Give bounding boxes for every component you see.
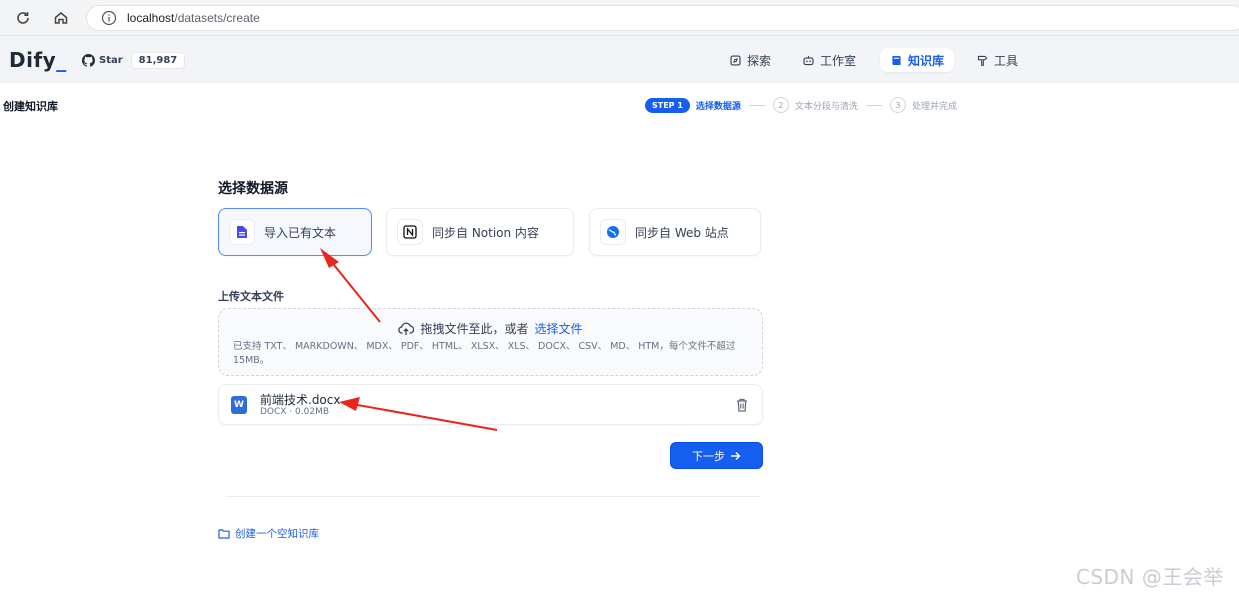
nav-knowledge-label: 知识库 bbox=[908, 53, 945, 68]
word-file-icon: W bbox=[231, 396, 247, 414]
source-web[interactable]: 同步自 Web 站点 bbox=[589, 208, 761, 256]
page-title: 创建知识库 bbox=[3, 100, 58, 113]
uploaded-file-item[interactable]: W 前端技术.docx DOCX · 0.02MB bbox=[218, 384, 763, 425]
reload-icon[interactable] bbox=[13, 8, 33, 28]
step-separator bbox=[865, 104, 882, 106]
compass-icon bbox=[730, 54, 741, 66]
source-notion[interactable]: 同步自 Notion 内容 bbox=[386, 208, 574, 256]
nav-tools-label: 工具 bbox=[994, 53, 1019, 68]
source-web-label: 同步自 Web 站点 bbox=[635, 225, 729, 240]
logo-text: Dify bbox=[9, 48, 57, 72]
github-star-label: Star bbox=[99, 54, 123, 66]
github-star-widget[interactable]: Star 81,987 bbox=[82, 50, 186, 70]
github-star-count: 81,987 bbox=[130, 51, 186, 69]
upload-hint: 已支持 TXT、 MARKDOWN、 MDX、 PDF、 HTML、 XLSX、… bbox=[233, 341, 736, 366]
browser-toolbar: localhost/datasets/create bbox=[0, 0, 1239, 36]
url-text: localhost/datasets/create bbox=[127, 11, 260, 25]
document-icon bbox=[229, 219, 255, 245]
book-icon bbox=[892, 55, 901, 65]
nav-explore-label: 探索 bbox=[747, 53, 772, 68]
step-separator bbox=[748, 104, 765, 106]
nav-explore[interactable]: 探索 bbox=[719, 48, 781, 72]
file-meta: DOCX · 0.02MB bbox=[260, 407, 330, 417]
folder-icon bbox=[218, 529, 230, 539]
upload-prompt: 拖拽文件至此，或者 bbox=[420, 322, 529, 336]
cloud-upload-icon bbox=[398, 322, 415, 335]
source-notion-label: 同步自 Notion 内容 bbox=[432, 225, 539, 240]
nav-tools[interactable]: 工具 bbox=[966, 48, 1028, 72]
url-path: /datasets/create bbox=[174, 11, 260, 25]
arrow-right-icon bbox=[731, 451, 741, 460]
step-2-label: 文本分段与清洗 bbox=[794, 101, 858, 112]
nav-knowledge[interactable]: 知识库 bbox=[880, 48, 955, 72]
section-title: 选择数据源 bbox=[218, 181, 288, 197]
file-dropzone[interactable]: 拖拽文件至此，或者 选择文件 已支持 TXT、 MARKDOWN、 MDX、 P… bbox=[218, 308, 763, 376]
url-host: localhost bbox=[127, 11, 175, 25]
step-3-label: 处理并完成 bbox=[911, 101, 957, 112]
next-step-button[interactable]: 下一步 bbox=[670, 442, 763, 469]
watermark: CSDN @王会举 bbox=[1076, 565, 1224, 589]
step-indicator: STEP 1 选择数据源 2 文本分段与清洗 3 处理并完成 bbox=[645, 96, 957, 114]
robot-icon bbox=[803, 55, 814, 65]
source-import-text[interactable]: 导入已有文本 bbox=[218, 208, 372, 256]
delete-file-icon[interactable] bbox=[735, 397, 749, 413]
globe-icon bbox=[600, 219, 626, 245]
file-name: 前端技术.docx bbox=[260, 393, 341, 407]
step-1-badge: STEP 1 bbox=[645, 97, 690, 113]
divider bbox=[226, 496, 760, 497]
create-empty-knowledge-link[interactable]: 创建一个空知识库 bbox=[218, 526, 319, 541]
github-icon bbox=[82, 53, 95, 67]
step-2-number: 2 bbox=[772, 97, 789, 113]
source-import-text-label: 导入已有文本 bbox=[264, 225, 337, 240]
site-info-icon[interactable] bbox=[101, 10, 117, 26]
next-step-label: 下一步 bbox=[692, 449, 725, 463]
notion-icon bbox=[397, 219, 423, 245]
annotation-arrows bbox=[320, 248, 498, 431]
home-icon[interactable] bbox=[51, 8, 71, 28]
app-header: Dify_ Star 81,987 探索 工作室 知识库 工具 bbox=[0, 36, 1239, 83]
dify-logo[interactable]: Dify_ bbox=[9, 48, 67, 72]
select-file-link[interactable]: 选择文件 bbox=[535, 320, 583, 337]
step-3-number: 3 bbox=[889, 97, 906, 113]
nav-studio[interactable]: 工作室 bbox=[792, 48, 866, 72]
nav-studio-label: 工作室 bbox=[820, 53, 857, 68]
upload-title: 上传文本文件 bbox=[218, 290, 284, 303]
hammer-icon bbox=[977, 55, 988, 66]
step-1-label: 选择数据源 bbox=[695, 101, 741, 112]
create-empty-knowledge-label: 创建一个空知识库 bbox=[235, 528, 319, 540]
logo-underscore: _ bbox=[56, 48, 67, 72]
address-bar[interactable]: localhost/datasets/create bbox=[86, 5, 1239, 31]
